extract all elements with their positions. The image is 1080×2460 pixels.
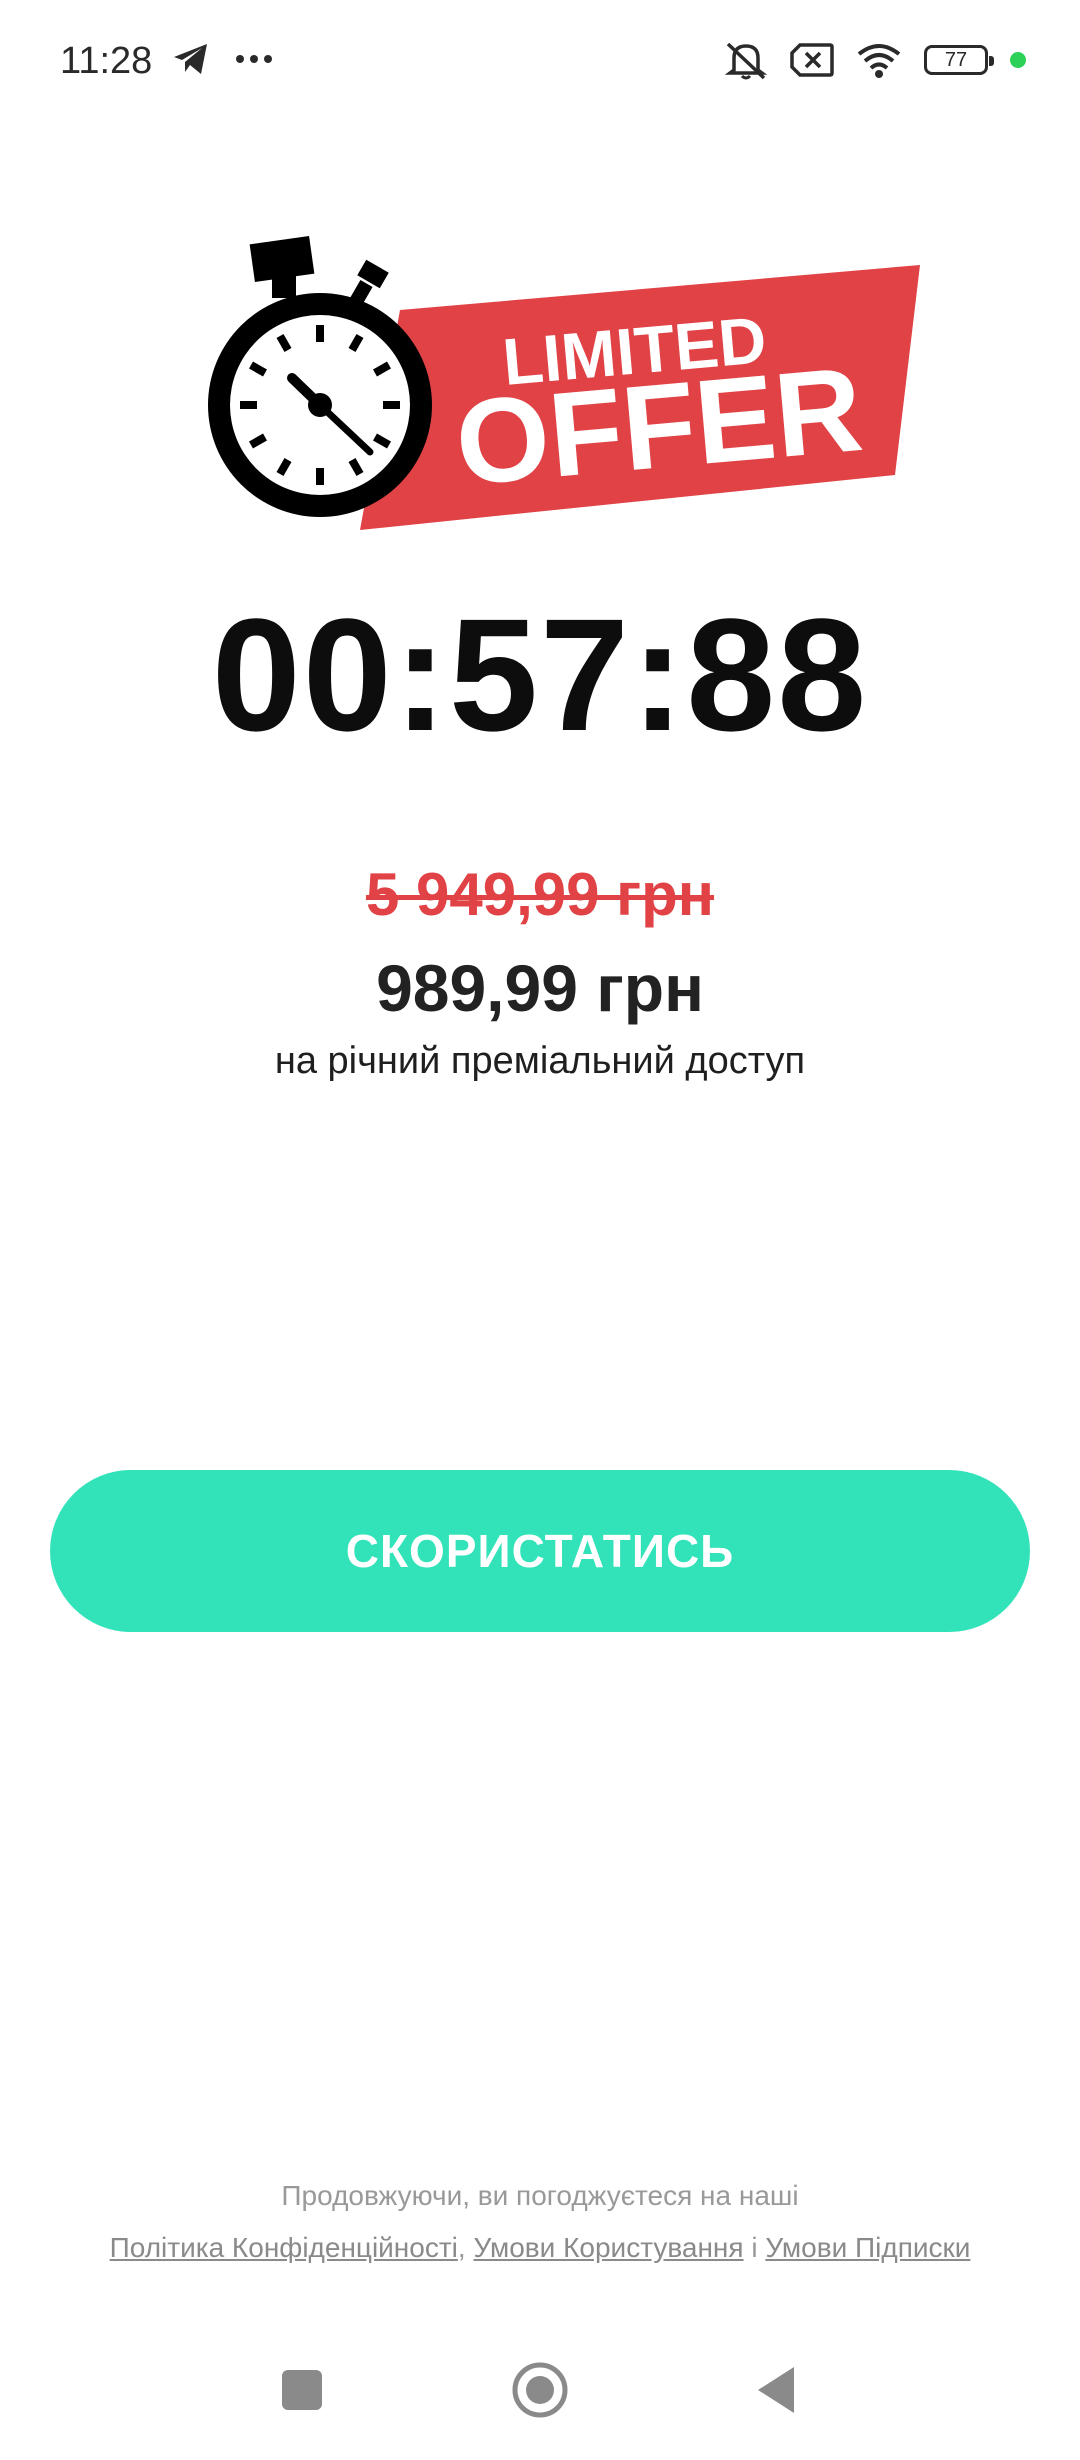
countdown-timer: 00:57:88 [211, 585, 869, 764]
new-price: 989,99 грн [376, 951, 704, 1025]
legal-comma: , [457, 2232, 466, 2263]
recents-icon [282, 2370, 322, 2410]
legal-intro: Продовжуючи, ви погоджуєтеся на наші [281, 2180, 799, 2211]
battery-icon: 77 [924, 45, 994, 75]
bell-muted-icon [724, 42, 768, 80]
privacy-policy-link[interactable]: Політика Конфіденційності [110, 2232, 458, 2263]
subscription-terms-link[interactable]: Умови Підписки [765, 2232, 970, 2263]
claim-offer-button[interactable]: СКОРИСТАТИСЬ [50, 1470, 1030, 1632]
terms-of-use-link[interactable]: Умови Користування [473, 2232, 743, 2263]
system-nav-bar [0, 2350, 1080, 2460]
more-dots-icon [236, 55, 272, 63]
battery-level: 77 [944, 48, 968, 71]
status-time: 11:28 [60, 40, 153, 82]
sim-x-icon [790, 43, 834, 77]
telegram-icon [174, 44, 207, 74]
status-left-icons [172, 42, 272, 76]
price-caption: на річний преміальний доступ [274, 1040, 806, 1082]
legal-and: і [751, 2232, 758, 2263]
home-icon [512, 2362, 568, 2418]
legal-links: Політика Конфіденційності, Умови Користу… [0, 2232, 1080, 2264]
wifi-icon [857, 44, 901, 78]
back-button[interactable] [736, 2350, 816, 2430]
status-right-icons: 77 [724, 40, 1026, 80]
status-bar: 11:28 77 [0, 0, 1080, 130]
status-dot [1010, 52, 1026, 68]
home-button[interactable] [500, 2350, 580, 2430]
limited-offer-hero: LIMITED OFFER [208, 236, 920, 530]
stopwatch-icon [208, 236, 432, 517]
recents-button[interactable] [262, 2350, 342, 2430]
back-icon [758, 2367, 794, 2413]
old-price: 5 949,99 грн [365, 861, 715, 928]
